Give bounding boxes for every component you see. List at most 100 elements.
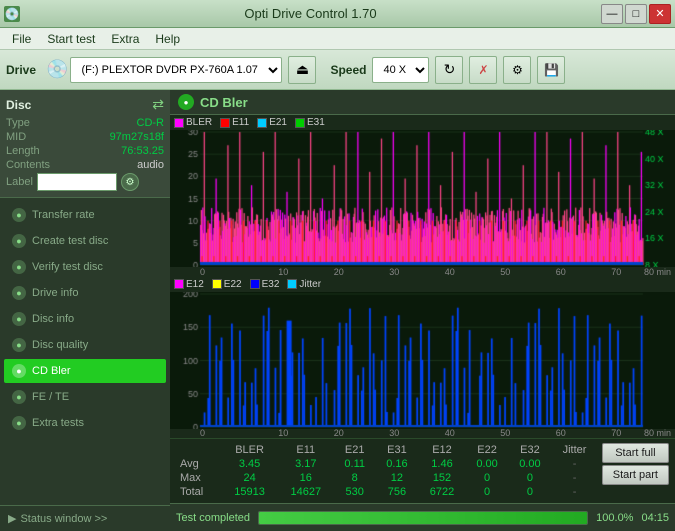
max-e21: 8 [334,471,376,485]
disc-type-row: Type CD-R [6,117,164,129]
sidebar-menu: ● Transfer rate● Create test disc● Verif… [0,198,170,505]
main-layout: Disc ⇄ Type CD-R MID 97m27s18f Length 76… [0,90,675,531]
sidebar-item-verify-test-disc[interactable]: ● Verify test disc [4,255,166,279]
bottom-legend: E12 E22 E32 Jitter [170,277,675,292]
disc-quality-icon: ● [12,338,26,352]
extra-tests-icon: ● [12,416,26,430]
menu-extra[interactable]: Extra [103,30,147,48]
avg-bler: 3.45 [222,457,278,471]
top-x-axis: 0 10 20 30 40 50 60 70 80 min [170,267,675,277]
start-part-button[interactable]: Start part [602,465,669,485]
legend-e31: E31 [295,117,325,128]
cdbler-icon: ● [178,94,194,110]
disc-type-value: CD-R [137,117,165,129]
save-button[interactable]: 💾 [537,56,565,84]
verify-test-disc-label: Verify test disc [32,261,103,273]
disc-mid-row: MID 97m27s18f [6,131,164,143]
disc-label-key: Label [6,176,33,188]
status-window-label: Status window >> [20,513,107,525]
total-jitter: - [551,485,597,499]
disc-label-row: Label ⚙ [6,173,164,191]
max-bler: 24 [222,471,278,485]
total-e21: 530 [334,485,376,499]
minimize-button[interactable]: — [601,4,623,24]
disc-length-value: 76:53.25 [121,145,164,157]
col-bler: BLER [222,443,278,457]
create-test-disc-label: Create test disc [32,235,108,247]
status-window-icon: ▶ [8,512,16,525]
legend-e22: E22 [212,279,242,290]
drive-selector-wrapper[interactable]: 💿 (F:) PLEXTOR DVDR PX-760A 1.07 [46,57,282,83]
disc-info-icon: ● [12,312,26,326]
transfer-rate-label: Transfer rate [32,209,95,221]
e11-color [220,118,230,128]
avg-jitter: - [551,457,597,471]
max-label: Max [176,471,222,485]
refresh-button[interactable]: ↻ [435,56,463,84]
e21-color [257,118,267,128]
table-row: Max 24 16 8 12 152 0 0 - [176,471,598,485]
drive-info-label: Drive info [32,287,78,299]
sidebar-item-disc-info[interactable]: ● Disc info [4,307,166,331]
status-text: Test completed [176,512,250,524]
sidebar: Disc ⇄ Type CD-R MID 97m27s18f Length 76… [0,90,170,531]
sidebar-item-extra-tests[interactable]: ● Extra tests [4,411,166,435]
sidebar-item-drive-info[interactable]: ● Drive info [4,281,166,305]
close-button[interactable]: ✕ [649,4,671,24]
total-e12: 6722 [418,485,465,499]
speed-select[interactable]: 40 X [372,57,429,83]
settings-button[interactable]: ⚙ [503,56,531,84]
sidebar-item-fe-te[interactable]: ● FE / TE [4,385,166,409]
menu-help[interactable]: Help [147,30,188,48]
stats-buttons: Start full Start part [602,443,669,485]
col-e31: E31 [376,443,419,457]
table-row: Total 15913 14627 530 756 6722 0 0 - [176,485,598,499]
total-label: Total [176,485,222,499]
col-label [176,443,222,457]
clear-button[interactable]: ✗ [469,56,497,84]
window-controls[interactable]: — □ ✕ [601,4,671,24]
progress-bar-wrapper [258,511,588,525]
stats-table-wrapper: BLER E11 E21 E31 E12 E22 E32 Jitter [176,443,598,499]
disc-info-label: Disc info [32,313,74,325]
col-e11: E11 [278,443,334,457]
title-bar: 💿 Opti Drive Control 1.70 — □ ✕ [0,0,675,28]
legend-e11: E11 [220,117,249,128]
disc-contents-row: Contents audio [6,159,164,171]
menu-bar: File Start test Extra Help [0,28,675,50]
stats-area: BLER E11 E21 E31 E12 E22 E32 Jitter [170,438,675,503]
cdbler-title: CD Bler [200,95,248,110]
disc-refresh-icon[interactable]: ⇄ [152,96,164,113]
disc-length-label: Length [6,145,40,157]
cd-bler-icon: ● [12,364,26,378]
e12-color [174,279,184,289]
max-e32: 0 [508,471,551,485]
avg-e22: 0.00 [466,457,509,471]
menu-file[interactable]: File [4,30,39,48]
sidebar-item-transfer-rate[interactable]: ● Transfer rate [4,203,166,227]
start-full-button[interactable]: Start full [602,443,669,463]
top-legend: BLER E11 E21 E31 [170,115,675,130]
content-area: ● CD Bler BLER E11 E21 [170,90,675,531]
charts-area: BLER E11 E21 E31 [170,115,675,503]
stats-bottom: BLER E11 E21 E31 E12 E22 E32 Jitter [176,443,669,499]
sidebar-item-disc-quality[interactable]: ● Disc quality [4,333,166,357]
drive-select[interactable]: (F:) PLEXTOR DVDR PX-760A 1.07 [70,57,282,83]
avg-e11: 3.17 [278,457,334,471]
sidebar-item-create-test-disc[interactable]: ● Create test disc [4,229,166,253]
menu-start-test[interactable]: Start test [39,30,103,48]
eject-button[interactable]: ⏏ [288,56,316,84]
avg-label: Avg [176,457,222,471]
disc-label-button[interactable]: ⚙ [121,173,139,191]
avg-e32: 0.00 [508,457,551,471]
top-chart-canvas [170,130,675,267]
bottom-chart-container: E12 E22 E32 Jitter [170,277,675,439]
max-e31: 12 [376,471,419,485]
cdbler-header: ● CD Bler [170,90,675,115]
disc-label-input[interactable] [37,173,117,191]
disc-quality-label: Disc quality [32,339,88,351]
restore-button[interactable]: □ [625,4,647,24]
total-e31: 756 [376,485,419,499]
sidebar-item-cd-bler[interactable]: ● CD Bler [4,359,166,383]
status-window-button[interactable]: ▶ Status window >> [0,505,170,531]
